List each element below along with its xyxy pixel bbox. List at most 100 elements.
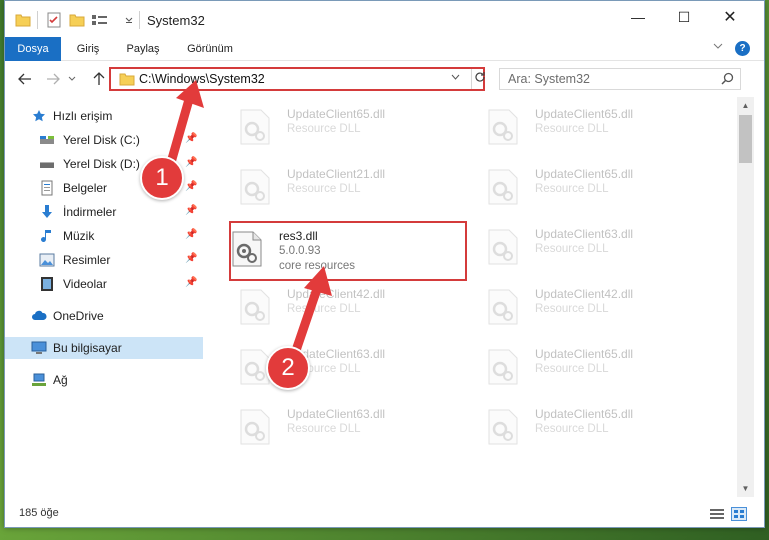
search-placeholder: Ara: System32 bbox=[508, 72, 590, 86]
sidebar-item-local-disk-c[interactable]: Yerel Disk (C:) 📌 bbox=[5, 129, 203, 151]
dll-file-icon bbox=[487, 289, 519, 325]
file-tile[interactable]: UpdateClient65.dll Resource DLL bbox=[225, 101, 457, 151]
title-bar: System32 — ☐ ✕ bbox=[5, 1, 764, 37]
file-name: UpdateClient65.dll bbox=[287, 107, 386, 121]
sidebar-item-videos[interactable]: Videolar 📌 bbox=[5, 273, 203, 295]
file-tile[interactable]: UpdateClient63.dll Resource DLL bbox=[225, 341, 457, 391]
pin-icon[interactable]: 📌 bbox=[185, 229, 197, 240]
tiles-view-icon[interactable] bbox=[731, 507, 747, 521]
sidebar-item-label: Yerel Disk (D:) bbox=[63, 157, 140, 171]
address-bar[interactable]: C:\Windows\System32 bbox=[109, 67, 485, 91]
view-options-icon[interactable] bbox=[91, 11, 109, 29]
sidebar-item-downloads[interactable]: İndirmeler 📌 bbox=[5, 201, 203, 223]
scroll-thumb[interactable] bbox=[739, 115, 752, 163]
sidebar-item-quick-access[interactable]: Hızlı erişim bbox=[5, 105, 203, 127]
sidebar-item-onedrive[interactable]: OneDrive bbox=[5, 305, 203, 327]
search-input[interactable]: Ara: System32 bbox=[499, 68, 741, 90]
pin-icon[interactable]: 📌 bbox=[185, 205, 197, 216]
minimize-button[interactable]: — bbox=[615, 1, 661, 33]
back-arrow-icon[interactable] bbox=[15, 69, 35, 89]
file-description: Resource DLL bbox=[287, 183, 361, 195]
file-name: UpdateClient65.dll bbox=[535, 407, 634, 421]
pin-icon[interactable]: 📌 bbox=[185, 253, 197, 264]
sidebar-item-this-pc[interactable]: Bu bilgisayar bbox=[5, 337, 203, 359]
pin-icon[interactable]: 📌 bbox=[185, 181, 197, 192]
window-title: System32 bbox=[147, 13, 205, 28]
file-tile[interactable]: UpdateClient42.dll Resource DLL bbox=[225, 281, 457, 331]
drive-icon bbox=[39, 132, 55, 148]
chevron-down-icon[interactable] bbox=[125, 11, 133, 29]
pin-icon[interactable]: 📌 bbox=[185, 277, 197, 288]
tab-home[interactable]: Giriş bbox=[65, 37, 111, 61]
chevron-down-icon[interactable] bbox=[451, 73, 460, 83]
file-tile[interactable]: UpdateClient63.dll Resource DLL bbox=[225, 401, 457, 451]
file-tile[interactable]: UpdateClient65.dll Resource DLL bbox=[473, 161, 705, 211]
tab-share[interactable]: Paylaş bbox=[117, 37, 169, 61]
navigation-bar: C:\Windows\System32 Ara: System32 bbox=[5, 61, 764, 97]
file-description: Resource DLL bbox=[535, 243, 609, 255]
sidebar-item-label: Hızlı erişim bbox=[53, 109, 113, 123]
scroll-down-icon[interactable]: ▼ bbox=[737, 480, 754, 497]
vertical-scrollbar[interactable]: ▲ ▼ bbox=[737, 97, 754, 497]
search-icon[interactable] bbox=[721, 72, 734, 88]
sidebar-item-pictures[interactable]: Resimler 📌 bbox=[5, 249, 203, 271]
file-name: UpdateClient21.dll bbox=[287, 167, 386, 181]
file-description: Resource DLL bbox=[287, 423, 361, 435]
maximize-button[interactable]: ☐ bbox=[661, 1, 707, 33]
sidebar-item-label: Resimler bbox=[63, 253, 111, 267]
cloud-icon bbox=[31, 308, 47, 324]
file-tile[interactable]: UpdateClient65.dll Resource DLL bbox=[473, 401, 705, 451]
dll-file-icon bbox=[487, 409, 519, 445]
file-tile[interactable]: UpdateClient65.dll Resource DLL bbox=[473, 101, 705, 151]
ribbon-tabs: Dosya Giriş Paylaş Görünüm ? bbox=[5, 37, 764, 61]
details-view-icon[interactable] bbox=[709, 507, 725, 521]
refresh-icon[interactable] bbox=[471, 69, 485, 89]
documents-icon bbox=[39, 180, 55, 196]
star-icon bbox=[31, 108, 47, 124]
file-description: Resource DLL bbox=[535, 123, 609, 135]
network-icon bbox=[31, 372, 47, 388]
help-icon[interactable]: ? bbox=[735, 41, 750, 56]
forward-arrow-icon[interactable] bbox=[43, 69, 63, 89]
file-tile[interactable]: UpdateClient21.dll Resource DLL bbox=[225, 161, 457, 211]
scroll-up-icon[interactable]: ▲ bbox=[737, 97, 754, 114]
close-button[interactable]: ✕ bbox=[707, 1, 753, 33]
sidebar-item-music[interactable]: Müzik 📌 bbox=[5, 225, 203, 247]
folder-icon bbox=[119, 72, 135, 89]
file-tile[interactable]: UpdateClient65.dll Resource DLL bbox=[473, 341, 705, 391]
file-name: UpdateClient42.dll bbox=[287, 287, 386, 301]
address-path: C:\Windows\System32 bbox=[139, 72, 265, 86]
file-name: UpdateClient65.dll bbox=[535, 107, 634, 121]
dll-file-icon bbox=[239, 169, 271, 205]
properties-icon[interactable] bbox=[47, 11, 61, 29]
file-name: UpdateClient63.dll bbox=[535, 227, 634, 241]
sidebar-item-label: Yerel Disk (C:) bbox=[63, 133, 140, 147]
pin-icon[interactable]: 📌 bbox=[185, 157, 197, 168]
recent-locations-icon[interactable] bbox=[65, 69, 79, 89]
sidebar-item-label: Belgeler bbox=[63, 181, 108, 195]
item-count: 185 öğe bbox=[19, 507, 59, 519]
pin-icon[interactable]: 📌 bbox=[185, 133, 197, 144]
sidebar-item-label: İndirmeler bbox=[63, 205, 117, 219]
toolbar-separator bbox=[37, 11, 38, 29]
sidebar-item-label: Bu bilgisayar bbox=[53, 341, 122, 355]
file-name: UpdateClient42.dll bbox=[535, 287, 634, 301]
expand-ribbon-icon[interactable] bbox=[713, 41, 723, 53]
file-description: Resource DLL bbox=[287, 303, 361, 315]
sidebar-item-label: Videolar bbox=[63, 277, 107, 291]
file-description: Resource DLL bbox=[535, 183, 609, 195]
step-2-badge: 2 bbox=[266, 346, 310, 390]
sidebar-item-label: Ağ bbox=[53, 373, 68, 387]
file-name: UpdateClient65.dll bbox=[535, 347, 634, 361]
step-1-badge: 1 bbox=[140, 156, 184, 200]
dll-file-icon bbox=[487, 109, 519, 145]
computer-icon bbox=[31, 340, 47, 356]
file-tile[interactable]: UpdateClient42.dll Resource DLL bbox=[473, 281, 705, 331]
download-icon bbox=[39, 204, 55, 220]
tab-file[interactable]: Dosya bbox=[5, 37, 61, 61]
tab-view[interactable]: Görünüm bbox=[177, 37, 243, 61]
up-arrow-icon[interactable] bbox=[89, 69, 109, 89]
file-tile[interactable]: UpdateClient63.dll Resource DLL bbox=[473, 221, 705, 271]
new-folder-icon[interactable] bbox=[69, 11, 85, 29]
sidebar-item-network[interactable]: Ağ bbox=[5, 369, 203, 391]
